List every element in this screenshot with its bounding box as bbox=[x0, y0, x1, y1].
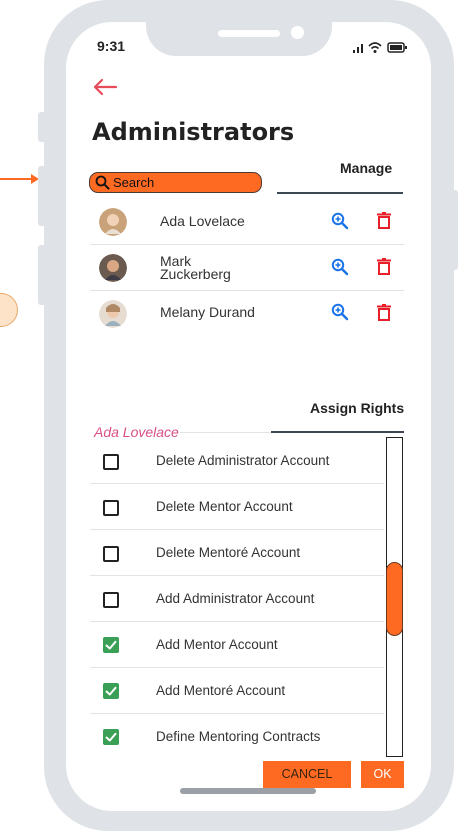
search-icon bbox=[95, 175, 110, 190]
arrow-left-icon bbox=[93, 78, 118, 96]
scrollbar-thumb[interactable] bbox=[386, 562, 403, 636]
rights-label: Add Mentor Account bbox=[156, 637, 278, 652]
rights-label: Add Administrator Account bbox=[156, 591, 315, 606]
admin-name-line2: Zuckerberg bbox=[160, 266, 231, 282]
tab-manage[interactable]: Manage bbox=[340, 160, 392, 176]
status-icons bbox=[352, 40, 410, 59]
annotation-arrow bbox=[0, 178, 33, 180]
avatar bbox=[99, 208, 127, 236]
page-title: Administrators bbox=[92, 118, 295, 146]
cancel-button[interactable]: CANCEL bbox=[263, 761, 351, 788]
checkbox[interactable] bbox=[103, 546, 119, 562]
tab-manage-underline bbox=[277, 192, 403, 194]
admin-row[interactable] bbox=[90, 245, 404, 290]
checkbox-checked[interactable] bbox=[103, 637, 119, 653]
tab-assign-rights-underline bbox=[271, 431, 404, 433]
zoom-in-icon[interactable] bbox=[331, 258, 349, 276]
admin-name: Melany Durand bbox=[160, 304, 255, 320]
speaker bbox=[218, 30, 280, 37]
trash-icon[interactable] bbox=[377, 212, 391, 229]
camera bbox=[291, 26, 304, 39]
rights-label: Delete Mentor Account bbox=[156, 499, 293, 514]
admin-name: Ada Lovelace bbox=[160, 213, 245, 229]
zoom-in-icon[interactable] bbox=[331, 303, 349, 321]
home-indicator bbox=[180, 788, 316, 794]
annotation-marker bbox=[0, 293, 18, 327]
side-button-volume-up bbox=[38, 166, 46, 226]
checkbox-checked[interactable] bbox=[103, 729, 119, 745]
side-button-power bbox=[452, 190, 458, 270]
search-placeholder: Search bbox=[113, 175, 155, 190]
status-time: 9:31 bbox=[97, 38, 126, 54]
checkbox[interactable] bbox=[103, 592, 119, 608]
check-icon bbox=[105, 732, 117, 742]
rights-label: Define Mentoring Contracts bbox=[156, 729, 321, 744]
check-icon bbox=[105, 640, 117, 650]
rights-label: Delete Mentoré Account bbox=[156, 545, 301, 560]
trash-icon[interactable] bbox=[377, 304, 391, 321]
trash-icon[interactable] bbox=[377, 258, 391, 275]
notch bbox=[146, 0, 332, 56]
tab-assign-rights[interactable]: Assign Rights bbox=[310, 400, 404, 416]
admin-row[interactable] bbox=[90, 200, 404, 244]
check-icon bbox=[105, 686, 117, 696]
selected-user-line bbox=[180, 432, 272, 433]
ok-button[interactable]: OK bbox=[361, 761, 404, 788]
avatar bbox=[99, 300, 127, 328]
side-button-mute bbox=[38, 112, 46, 142]
back-button[interactable] bbox=[92, 78, 118, 101]
checkbox[interactable] bbox=[103, 454, 119, 470]
rights-label: Add Mentoré Account bbox=[156, 683, 286, 698]
checkbox-checked[interactable] bbox=[103, 683, 119, 699]
zoom-in-icon[interactable] bbox=[331, 212, 349, 230]
avatar bbox=[99, 254, 127, 282]
checkbox[interactable] bbox=[103, 500, 119, 516]
rights-label: Delete Administrator Account bbox=[156, 453, 330, 468]
side-button-volume-down bbox=[38, 245, 46, 305]
signal-wifi-battery-icon bbox=[353, 42, 407, 53]
